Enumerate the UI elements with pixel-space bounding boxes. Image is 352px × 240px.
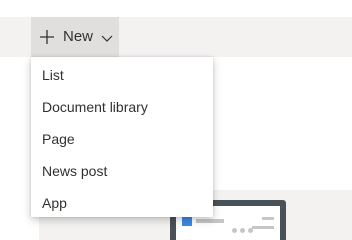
thumbnail-line [196, 219, 224, 223]
thumbnail-dot [240, 228, 245, 233]
menu-item-document-library[interactable]: Document library [31, 91, 213, 123]
menu-item-page[interactable]: Page [31, 123, 213, 155]
new-button[interactable]: New [31, 17, 119, 57]
menu-item-app[interactable]: App [31, 187, 213, 219]
thumbnail-dot [232, 228, 237, 233]
menu-item-list[interactable]: List [31, 59, 213, 91]
new-button-label: New [63, 28, 94, 45]
thumbnail-dots [232, 228, 272, 234]
top-band [0, 0, 352, 17]
new-dropdown-menu: List Document library Page News post App [31, 57, 213, 217]
plus-icon [39, 29, 55, 45]
thumbnail-line [262, 217, 274, 220]
thumbnail-dot [248, 228, 253, 233]
chevron-down-icon [101, 31, 113, 43]
menu-item-news-post[interactable]: News post [31, 155, 213, 187]
